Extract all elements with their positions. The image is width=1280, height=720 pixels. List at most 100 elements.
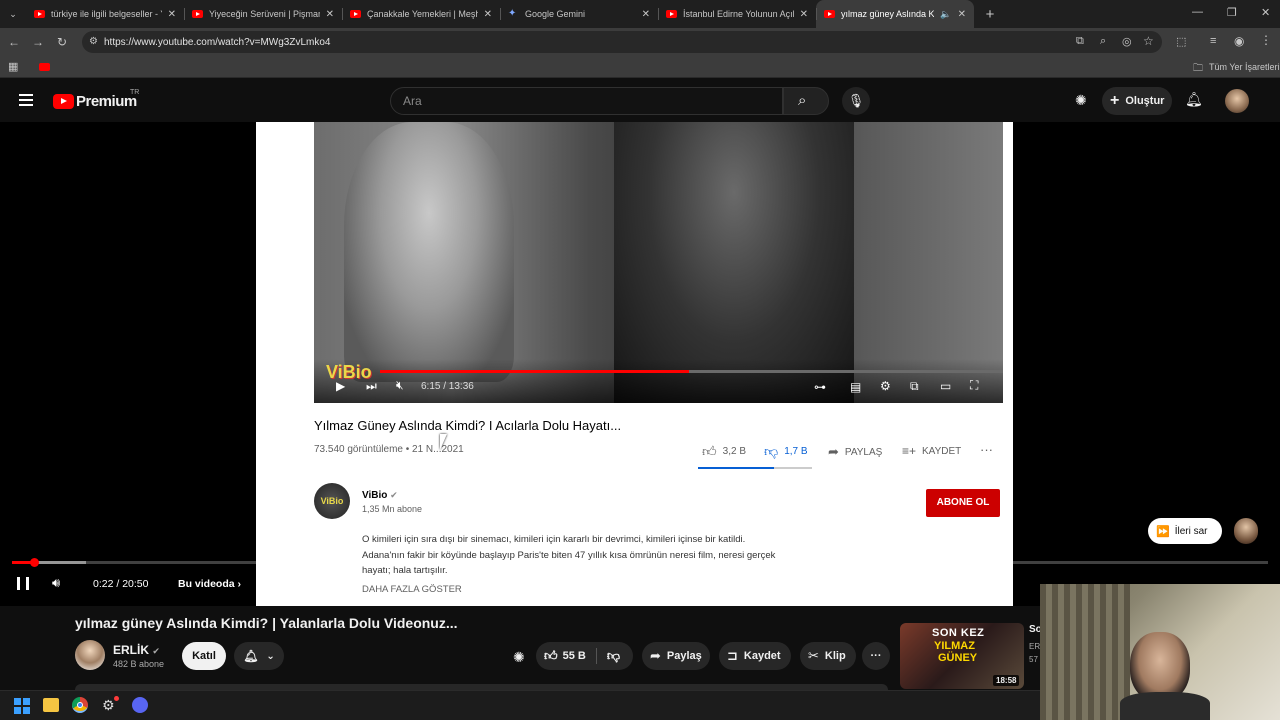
browser-tab-2[interactable]: Yiyeceğin Serüveni | Pişmaniye✕ [184,0,342,28]
close-tab-icon[interactable]: ✕ [326,9,334,20]
thumb-text-3: GÜNEY [938,652,978,664]
youtube-premium-logo[interactable]: Premium [76,93,137,110]
skip-forward-button[interactable]: ⏩ İleri sar [1148,518,1222,544]
apps-grid-icon[interactable]: ▦ [8,60,18,73]
inner-more-icon[interactable]: ··· [980,442,993,457]
install-app-icon[interactable]: ⧉ [1076,35,1084,48]
playlist-add-icon: ≡+ [902,444,917,458]
volume-icon[interactable]: 🔊︎ [52,575,60,591]
browser-tab-strip: ⌄ türkiye ile ilgili belgeseller - You✕ … [0,0,1280,28]
share-button[interactable]: ➦ Paylaş [642,642,710,670]
account-avatar[interactable] [1225,89,1249,113]
inner-channel-avatar[interactable]: ViBio [314,483,350,519]
close-tab-icon[interactable]: ✕ [800,9,808,20]
reload-icon[interactable]: ↻ [50,35,74,49]
inner-miniplayer-icon[interactable]: ⧉ [910,379,919,394]
browser-tab-4[interactable]: ✦ Google Gemini ✕ [500,0,658,28]
profile-icon[interactable]: ◉ [1234,34,1244,48]
browser-tab-6-active[interactable]: yılmaz güney Aslında Kimdi🔈✕ [816,0,974,28]
media-controls-icon[interactable]: ≡ [1210,35,1216,47]
windows-start-icon[interactable] [14,698,30,714]
youtube-icon [666,10,677,18]
chrome-taskbar-icon[interactable] [72,697,88,713]
join-button[interactable]: Katıl [182,642,226,670]
scissors-icon: ✂ [808,648,819,663]
subscribed-notifications-button[interactable]: 🔔︎ ⌄ [234,642,284,670]
browser-tab-5[interactable]: İstanbul Edirne Yolunun Açılış T✕ [658,0,816,28]
discord-icon[interactable] [132,697,148,713]
close-tab-icon[interactable]: ✕ [484,9,492,20]
extensions-icon[interactable]: ⬚ [1176,35,1186,48]
channel-name[interactable]: ERLİK ✔ [113,643,160,657]
save-button[interactable]: ⊐ Kaydet [719,642,791,670]
close-tab-icon[interactable]: ✕ [168,9,176,20]
inner-show-more-link[interactable]: DAHA FAZLA GÖSTER [362,584,462,595]
inner-subscribe-button[interactable]: ABONE OL [926,489,1000,517]
inner-like-button[interactable]: 👍︎ 3,2 B [702,443,746,460]
tracking-blocked-icon[interactable]: ◎ [1122,35,1132,48]
verified-check-icon: ✔ [390,490,398,500]
channel-avatar[interactable] [75,640,105,670]
inner-next-icon[interactable]: ⏭ [366,379,377,394]
fast-forward-icon: ⏩ [1156,525,1170,538]
forward-icon[interactable]: → [26,35,50,49]
tab-search-dropdown-icon[interactable]: ⌄ [0,9,26,20]
notifications-bell-icon[interactable]: 🔔︎ [1185,91,1203,108]
hamburger-menu-icon[interactable] [19,94,33,106]
premium-gem-icon[interactable]: ✺ [513,649,525,666]
settings-app-icon[interactable]: ⚙ [102,697,115,714]
inner-muted-icon[interactable]: 🔇︎ [396,378,404,393]
restore-icon[interactable]: ❐ [1227,6,1237,19]
create-button[interactable]: + Oluştur [1102,87,1172,115]
voice-search-button[interactable]: 🎙 [842,87,870,115]
inner-share-button[interactable]: ➦ PAYLAŞ [828,444,882,460]
inner-fullscreen-icon[interactable]: ⛶ [970,378,978,393]
close-tab-icon[interactable]: ✕ [958,9,966,20]
inner-dislike-button[interactable]: 👎︎ 1,7 B [764,443,808,460]
site-info-icon[interactable]: ⚙ [89,36,98,47]
video-player[interactable]: ViBio ▶ ⏭ 🔇︎ 6:15 / 13:36 ⊶ ▤ ⚙ ⧉ ▭ ⛶ Yı… [0,122,1280,606]
mute-tab-icon[interactable]: 🔈 [940,9,951,20]
minimize-icon[interactable]: — [1192,6,1203,18]
like-button[interactable]: 👍︎ 55 B [544,648,586,664]
inner-save-button[interactable]: ≡+ KAYDET [902,444,961,458]
inner-progress-track[interactable] [380,370,1003,373]
main-progress-track[interactable] [12,558,1268,567]
back-icon[interactable]: ← [2,35,26,49]
like-dislike-segment: 👍︎ 55 B 👎︎ [536,642,633,670]
notification-dot [114,696,119,701]
new-tab-icon[interactable]: + [978,6,1002,23]
youtube-logo-icon[interactable] [53,94,74,109]
search-button[interactable]: ⌕ [783,87,829,115]
close-tab-icon[interactable]: ✕ [642,9,650,20]
close-window-icon[interactable]: ✕ [1261,6,1270,19]
dislike-button[interactable]: 👎︎ [607,648,620,664]
main-progress-scrubber[interactable] [30,558,40,567]
youtube-icon [34,10,45,18]
file-explorer-icon[interactable] [43,698,59,712]
inner-channel-name[interactable]: ViBio ✔ [362,490,398,501]
youtube-bookmark-icon[interactable] [39,63,50,71]
inner-subtitles-icon[interactable]: ▤ [850,380,861,394]
browser-tab-1[interactable]: türkiye ile ilgili belgeseller - You✕ [26,0,184,28]
premium-gem-icon[interactable]: ✺ [1075,92,1087,109]
more-actions-button[interactable]: ··· [862,642,890,670]
zoom-icon[interactable]: ⌕ [1100,35,1106,48]
browser-tab-3[interactable]: Çanakkale Yemekleri | Meşhur T✕ [342,0,500,28]
inner-settings-icon[interactable]: ⚙ [880,379,891,393]
chapter-button[interactable]: Bu videoda › [178,578,241,590]
inner-description-line-1: O kimileri için sıra dışı bir sinemacı, … [362,534,746,545]
pause-icon[interactable] [17,577,29,590]
clip-button[interactable]: ✂ Klip [800,642,856,670]
suggested-video-thumbnail[interactable]: SON KEZ YILMAZ GÜNEY 18:58 [900,623,1024,689]
inner-play-icon[interactable]: ▶ [336,379,345,393]
inner-theater-icon[interactable]: ▭ [940,379,951,393]
all-bookmarks-link[interactable]: Tüm Yer İşaretleri [1209,62,1280,72]
inner-autoplay-toggle[interactable]: ⊶ [814,380,826,394]
browser-menu-icon[interactable]: ⋮ [1260,33,1272,47]
inner-video-screen[interactable]: ViBio ▶ ⏭ 🔇︎ 6:15 / 13:36 ⊶ ▤ ⚙ ⧉ ▭ ⛶ [314,122,1003,403]
bookmarks-bar: ▦ 🗀 Tüm Yer İşaretleri [0,56,1280,78]
search-input[interactable]: Ara [390,87,783,115]
bookmark-star-icon[interactable]: ☆ [1143,34,1154,48]
address-bar[interactable]: ⚙ https://www.youtube.com/watch?v=MWg3Zv… [82,31,1162,53]
